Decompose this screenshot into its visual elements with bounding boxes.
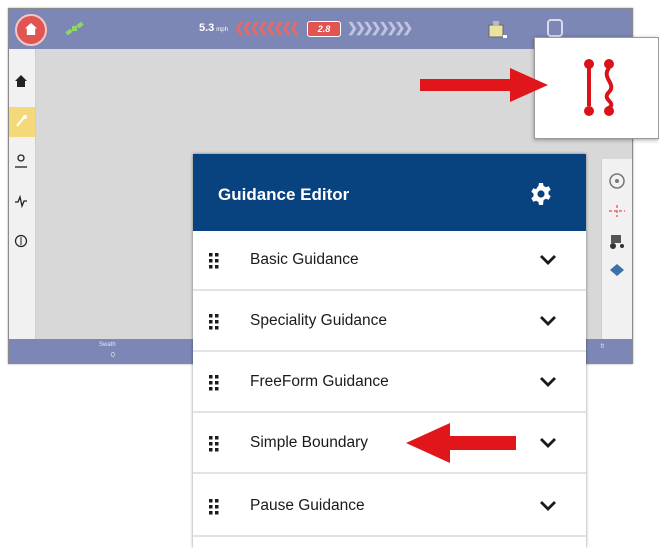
steering-wheel-icon[interactable] <box>607 171 627 191</box>
tractor-icon[interactable] <box>607 231 627 251</box>
drag-handle-icon[interactable] <box>208 313 220 331</box>
chevron-down-icon[interactable] <box>539 500 557 512</box>
drag-handle-icon[interactable] <box>208 435 220 453</box>
list-item-label: Simple Boundary <box>250 434 369 451</box>
person-icon <box>15 154 27 168</box>
drag-handle-icon[interactable] <box>208 498 220 516</box>
list-item-label: Pause Guidance <box>250 497 365 514</box>
chevron-down-icon[interactable] <box>539 376 557 388</box>
sidebar-item-diagnostics[interactable] <box>9 187 35 217</box>
annotation-arrow-left <box>406 423 516 463</box>
drag-handle-icon[interactable] <box>208 374 220 392</box>
offline-distance-badge: 2.8 <box>307 21 341 37</box>
swath-label: Swath <box>99 342 116 348</box>
list-item-basic-guidance[interactable]: Basic Guidance <box>193 231 586 291</box>
list-item-label: Basic Guidance <box>250 251 359 268</box>
annotation-arrow-right <box>420 68 548 102</box>
swath-value: 0 <box>111 352 115 359</box>
chevron-down-icon[interactable] <box>539 254 557 266</box>
pulse-icon <box>15 194 27 208</box>
guidance-shortcut-icon[interactable] <box>547 19 563 37</box>
steer-right-indicator: ❯❯❯❯❯❯❯❯ <box>347 20 413 35</box>
home-icon <box>15 75 27 87</box>
gps-satellite-icon <box>65 21 84 36</box>
list-item-speciality-guidance[interactable]: Speciality Guidance <box>193 292 586 352</box>
guidance-lines-icon <box>584 59 614 116</box>
home-button[interactable] <box>15 14 47 46</box>
steer-left-indicator: ❮❮❮❮❮❮❮❮ <box>234 20 300 35</box>
left-sidebar <box>9 49 36 339</box>
implement-icon[interactable] <box>485 20 509 42</box>
drag-handle-icon[interactable] <box>208 252 220 270</box>
sidebar-item-person[interactable] <box>9 147 35 177</box>
sidebar-item-home[interactable] <box>9 67 35 97</box>
list-item-label: FreeForm Guidance <box>250 373 389 390</box>
gear-icon[interactable] <box>529 182 553 206</box>
guidance-icon <box>16 115 27 127</box>
speed-readout: 5.3 mph <box>199 22 228 34</box>
unit-label: ft <box>600 344 604 350</box>
editor-header: Guidance Editor <box>193 154 586 231</box>
chevron-down-icon[interactable] <box>539 437 557 449</box>
circle-dollar-icon <box>14 234 28 248</box>
sidebar-item-guidance[interactable] <box>9 107 35 137</box>
list-item-pause-guidance[interactable]: Pause Guidance <box>193 477 586 537</box>
icon-zoom-callout <box>534 37 659 139</box>
nudge-icon[interactable] <box>607 201 627 221</box>
guidance-editor-panel: Guidance Editor Basic Guidance Specialit… <box>193 154 586 548</box>
editor-title: Guidance Editor <box>218 185 350 204</box>
list-item-simple-boundary[interactable]: Simple Boundary <box>193 414 586 474</box>
sidebar-item-settings[interactable] <box>9 227 35 257</box>
right-sidebar <box>601 159 632 339</box>
layers-icon[interactable] <box>607 261 627 281</box>
list-item-label: Speciality Guidance <box>250 312 387 329</box>
chevron-down-icon[interactable] <box>539 315 557 327</box>
list-item-freeform-guidance[interactable]: FreeForm Guidance <box>193 353 586 413</box>
